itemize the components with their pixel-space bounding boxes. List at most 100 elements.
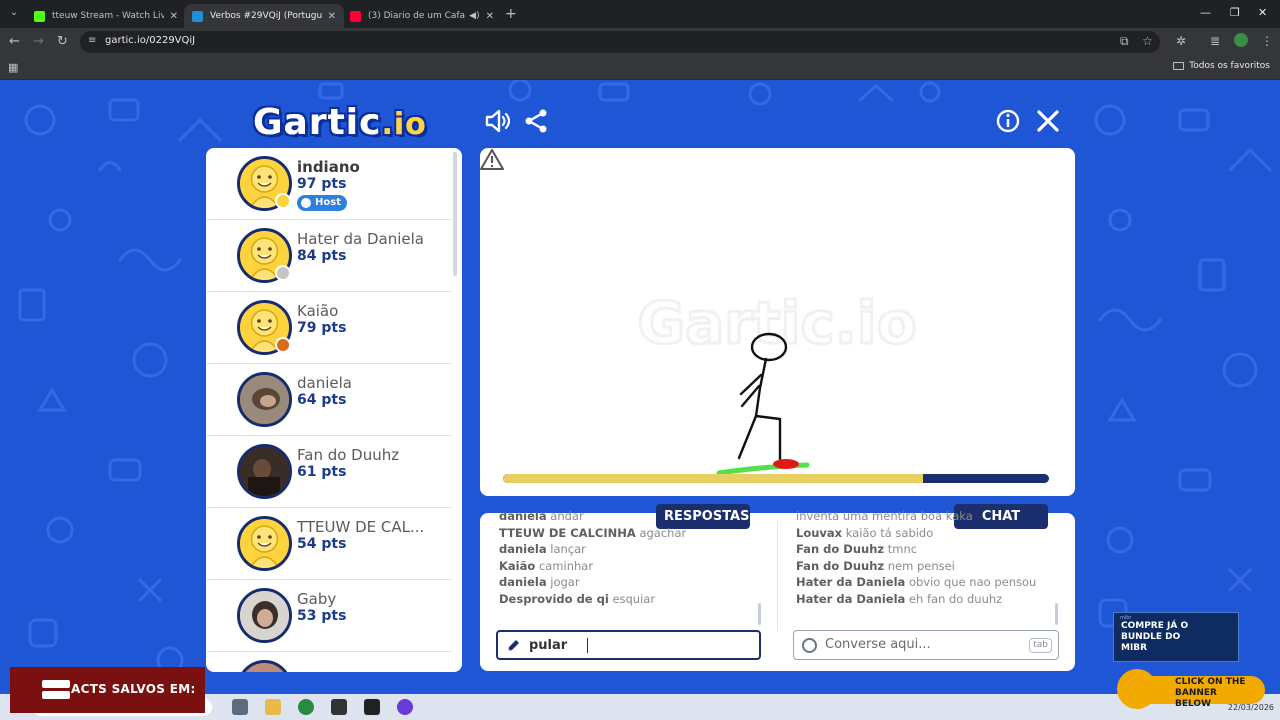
forward-icon[interactable]: →: [33, 34, 44, 50]
answers-scrollbar[interactable]: [758, 603, 761, 625]
close-tab-icon[interactable]: ✕: [170, 11, 178, 22]
answer-input[interactable]: pular: [496, 630, 761, 660]
chat-message: inventa uma mentira boa kaka: [796, 509, 973, 523]
file-explorer-icon[interactable]: [265, 699, 281, 715]
crown-icon: [301, 198, 311, 208]
browser-tab-1[interactable]: tteuw Stream - Watch Live on K ✕: [26, 4, 186, 28]
click-banner-overlay[interactable]: CLICK ON THE BANNER BELOW: [1117, 669, 1265, 709]
install-app-icon[interactable]: ⧉: [1120, 34, 1129, 49]
back-icon[interactable]: ←: [9, 34, 20, 50]
chrome-icon[interactable]: [298, 699, 314, 715]
player-row[interactable]: Kaião 79 pts: [206, 292, 452, 364]
browser-tab-3[interactable]: (3) Diario de um Cafajeste ◀) ✕: [342, 4, 502, 28]
player-row[interactable]: indiano 97 pts Host: [206, 148, 452, 220]
close-icon[interactable]: [1035, 108, 1061, 134]
mibr-ad-banner[interactable]: mibr COMPRE JÁ O BUNDLE DO MIBR: [1113, 612, 1239, 662]
close-window-icon[interactable]: ✕: [1258, 6, 1267, 19]
logo-io-text: .io: [381, 107, 427, 142]
player-name: Kaião: [297, 302, 339, 320]
answers-chat-panel: RESPOSTAS CHAT daniela andar TTEUW DE CA…: [480, 504, 1075, 671]
chat-message: Fan do Duuhz tmnc: [796, 542, 918, 556]
task-view-icon[interactable]: [232, 699, 248, 715]
text-caret: [587, 638, 588, 653]
profile-avatar-icon[interactable]: [1234, 33, 1248, 47]
chat-message: Hater da Daniela obvio que nao pensou: [796, 575, 1037, 589]
chat-input[interactable]: Converse aqui... tab: [793, 630, 1059, 660]
apps-grid-icon[interactable]: ▦: [8, 61, 18, 74]
media-controls-icon[interactable]: ≣: [1210, 34, 1220, 48]
player-name: Hater da Daniela: [297, 230, 425, 248]
answer-message: Desprovido de qi esquiar: [499, 591, 656, 606]
new-tab-icon[interactable]: +: [505, 6, 517, 22]
more-menu-icon[interactable]: ⋮: [1261, 34, 1273, 48]
player-row[interactable]: Hater da Daniela 84 pts: [206, 220, 452, 292]
avatar: [237, 588, 292, 643]
host-badge: Host: [297, 195, 347, 211]
info-icon[interactable]: [995, 108, 1021, 134]
answers-list: daniela andar TTEUW DE CALCINHA agachar …: [499, 508, 759, 607]
kick-favicon-icon: [34, 10, 45, 22]
overlay-logo-icon-bar: [42, 691, 70, 699]
speaker-icon[interactable]: [484, 108, 510, 134]
host-label: Host: [315, 197, 341, 208]
players-scrollbar[interactable]: [453, 152, 457, 276]
share-icon[interactable]: [523, 108, 549, 134]
player-row[interactable]: daniela 64 pts: [206, 364, 452, 436]
player-points: 61 pts: [297, 464, 347, 480]
folder-icon: [1173, 62, 1185, 70]
speaker-icon[interactable]: ◀): [469, 11, 479, 21]
tab-search-icon[interactable]: ⌄: [6, 5, 22, 21]
extensions-icon[interactable]: ✲: [1176, 34, 1186, 48]
player-points: 79 pts: [297, 320, 347, 336]
obs-icon[interactable]: [397, 699, 413, 715]
avatar: [237, 660, 292, 672]
youtube-favicon-icon: [350, 10, 361, 22]
player-row[interactable]: TTEUW DE CAL... 54 pts: [206, 508, 452, 580]
answer-message: daniela andar: [499, 509, 584, 523]
photo-avatar-icon: [240, 591, 289, 640]
status-dot: [275, 265, 291, 281]
address-bar[interactable]: ≡ gartic.io/0229VQiJ: [80, 31, 1160, 53]
site-info-icon[interactable]: ≡: [88, 35, 96, 46]
player-name: indiano: [297, 158, 360, 176]
logo-watermark: Gartic.io: [637, 289, 916, 357]
photo-avatar-icon: [240, 447, 289, 496]
chat-scrollbar[interactable]: [1055, 603, 1058, 625]
drawing-canvas[interactable]: Gartic.io: [480, 148, 1075, 496]
player-points: 54 pts: [297, 536, 347, 552]
overlay-logo-icon: [42, 680, 70, 688]
bookmark-star-icon[interactable]: ☆: [1142, 34, 1153, 48]
player-row[interactable]: Fan do Duuhz 61 pts: [206, 436, 452, 508]
player-row-partial[interactable]: [206, 652, 452, 672]
app-icon[interactable]: [331, 699, 347, 715]
player-points: 53 pts: [297, 608, 347, 624]
gartic-logo: Gartic.io: [253, 102, 427, 143]
banner-avatar-icon: [1117, 669, 1157, 709]
player-points: 64 pts: [297, 392, 347, 408]
ad-text: COMPRE JÁ O BUNDLE DO MIBR: [1121, 621, 1189, 653]
report-warning-icon[interactable]: [480, 148, 504, 170]
smiley-avatar-icon: [249, 525, 280, 568]
round-timer-bar: [503, 474, 1049, 483]
answer-message: Kaião caminhar: [499, 558, 594, 573]
drawing: Gartic.io: [636, 288, 918, 476]
all-bookmarks-label: Todos os favoritos: [1189, 61, 1270, 71]
player-row[interactable]: Gaby 53 pts: [206, 580, 452, 652]
browser-tab-2[interactable]: Verbos #29VQiJ (Português) - G ✕: [184, 4, 344, 28]
close-tab-icon[interactable]: ✕: [328, 11, 336, 22]
close-tab-icon[interactable]: ✕: [486, 11, 494, 22]
gartic-favicon-icon: [192, 10, 203, 22]
all-bookmarks-folder[interactable]: Todos os favoritos: [1173, 61, 1270, 71]
chat-placeholder: Converse aqui...: [825, 637, 931, 652]
restore-icon[interactable]: ❐: [1230, 6, 1240, 19]
chat-message: Fan do Duuhz nem pensei: [796, 558, 955, 573]
avatar: [237, 372, 292, 427]
ball-mark: [773, 459, 799, 469]
terminal-icon[interactable]: [364, 699, 380, 715]
browser-tab-bar: ⌄ tteuw Stream - Watch Live on K ✕ Verbo…: [0, 0, 1280, 28]
reload-icon[interactable]: ↻: [57, 34, 68, 50]
pencil-icon: [507, 640, 519, 652]
avatar: [237, 516, 292, 571]
avatar: [237, 444, 292, 499]
minimize-icon[interactable]: —: [1200, 6, 1211, 19]
